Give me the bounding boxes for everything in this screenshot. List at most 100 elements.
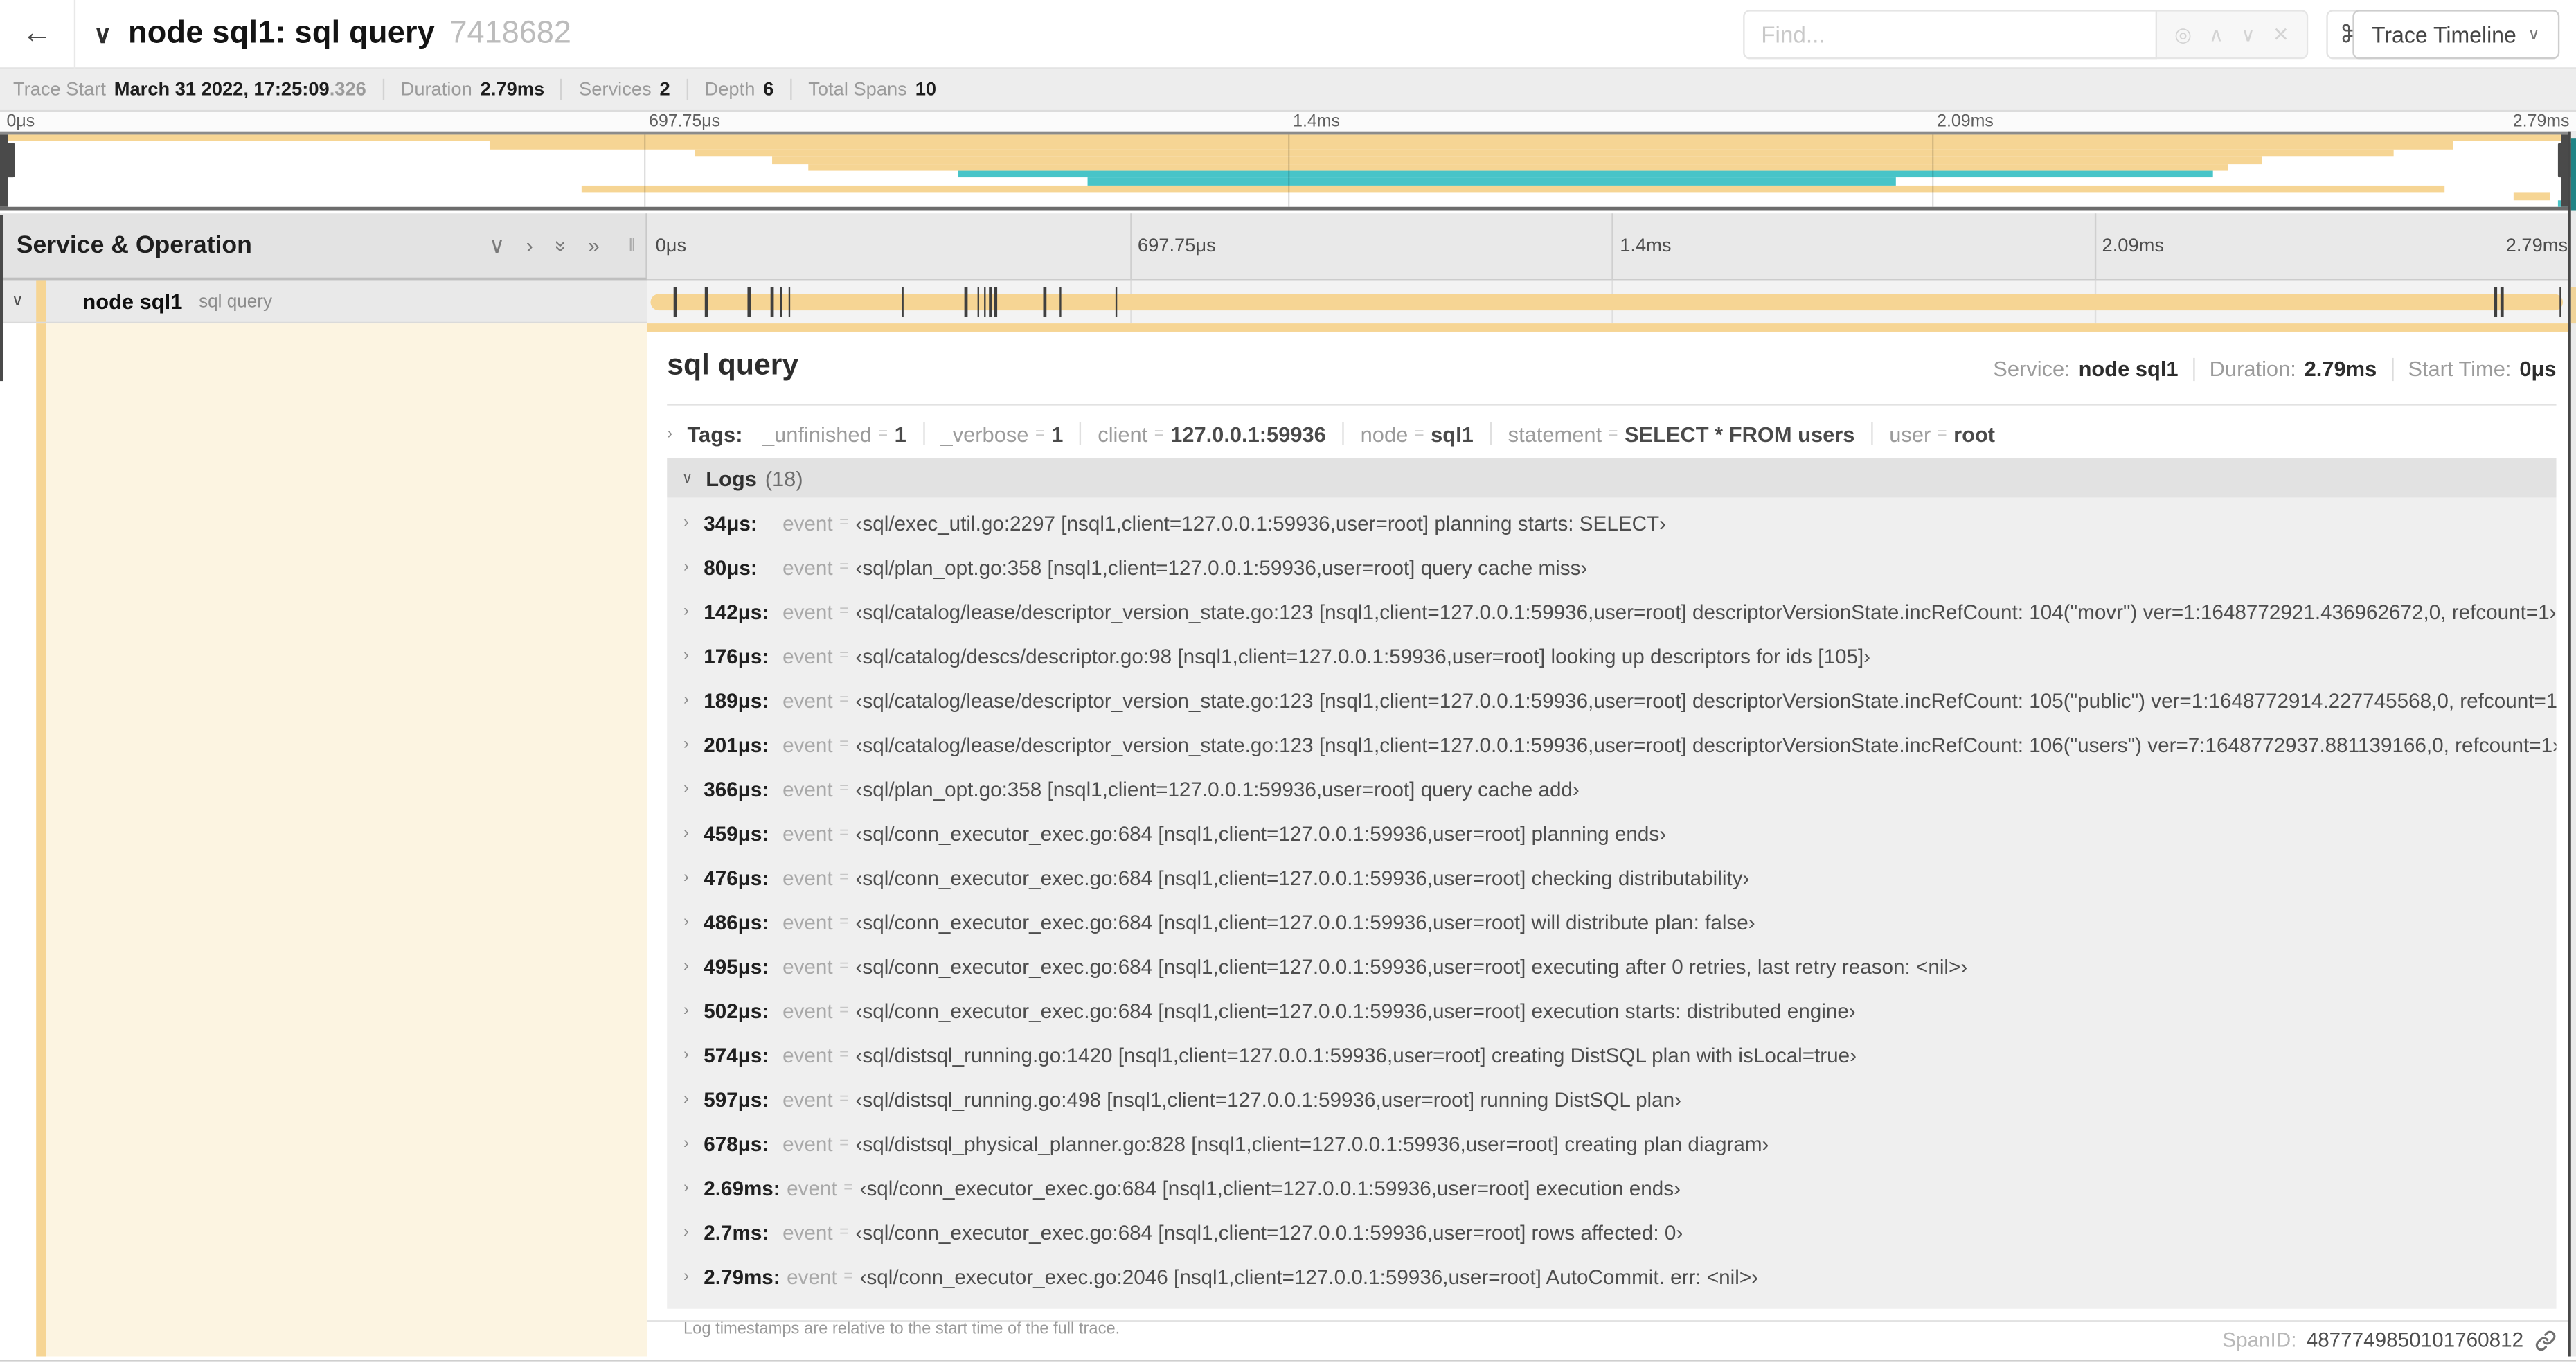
right-edge-overflow [2570,131,2576,1357]
detail-operation-name: sql query [667,348,799,382]
log-marker-tick [674,287,677,317]
log-marker-tick [1115,287,1118,317]
log-row[interactable]: › 495μs: event = ‹sql/conn_executor_exec.go:… [667,944,2556,988]
log-marker-tick [788,287,791,317]
minimap-gridline [1288,134,1290,207]
trace-summary-bar: Trace Start March 31 2022, 17:25:09.326 Du… [0,69,2576,112]
prev-result-icon[interactable]: ∧ [2209,23,2224,46]
span-detail-header: sql query Service: node sql1 Duration: 2.79… [667,348,2556,391]
span-detail-panel: sql query Service: node sql1 Duration: 2.79… [647,323,2576,1357]
summary-item: Duration 2.79ms [400,79,545,100]
log-marker-tick [1059,287,1062,317]
log-row[interactable]: › 502μs: event = ‹sql/conn_executor_exec.go:… [667,988,2556,1033]
span-collapse-icon[interactable]: ∨ [12,292,24,310]
log-row[interactable]: › 142μs: event = ‹sql/catalog/lease/descript… [667,589,2557,634]
spanid-label: SpanID: [2222,1328,2297,1352]
tags-list: _unfinished = 1 _verbose = 1 client = 127.0.0.1:… [762,421,1995,446]
find-input[interactable] [1743,10,2158,60]
overview-item: Service: node sql1 [1993,356,2179,382]
trace-title: node sql1: sql query [128,16,436,51]
ruler-gridline [1129,213,1132,281]
minimap-tick-label: 1.4ms [1293,112,1340,132]
log-row[interactable]: › 189μs: event = ‹sql/catalog/lease/descript… [667,678,2557,722]
log-row[interactable]: › 486μs: event = ‹sql/conn_executor_exec.go:… [667,900,2556,944]
collapse-trace-icon[interactable]: ∨ [93,19,111,49]
next-result-icon[interactable]: ∨ [2241,23,2255,46]
ruler-tick-label: 0μs [655,236,687,256]
log-row[interactable]: › 2.7ms: event = ‹sql/conn_executor_exec.go:… [667,1210,2556,1254]
overview-item: Duration: 2.79ms [2209,356,2377,382]
log-row[interactable]: › 2.79ms: event = ‹sql/conn_executor_exec.go… [667,1255,2556,1299]
summary-item: Services 2 [579,79,670,100]
collapse-one-icon[interactable]: ∨ [489,233,505,259]
span-bar-row[interactable] [647,280,2576,324]
expand-one-icon[interactable]: › [526,233,533,259]
minimap-tick-label: 697.75μs [649,112,721,132]
expand-all-icon[interactable]: » [588,233,600,259]
back-arrow-icon: ← [21,16,53,51]
minimap-tick-label: 2.09ms [1937,112,1994,132]
tags-row[interactable]: › Tags: _unfinished = 1 _verbose = 1 client = 12… [667,414,2556,454]
minimap-tick-label: 0μs [6,112,35,132]
back-button[interactable]: ← [0,0,76,69]
column-resizer-handle[interactable]: ‖ [628,235,636,255]
timeline-minimap[interactable] [0,131,2576,211]
tag-item: user = root [1889,421,1996,446]
page-bottom-border [0,1360,2576,1362]
view-selector-label: Trace Timeline [2371,22,2516,47]
log-row[interactable]: › 176μs: event = ‹sql/catalog/descs/descript… [667,634,2556,678]
copy-link-icon[interactable] [2535,1329,2557,1351]
minimap-left-scrubber-grip[interactable] [0,143,15,178]
ruler-tick-label: 697.75μs [1137,236,1216,256]
left-edge-border [0,215,3,382]
log-row[interactable]: › 201μs: event = ‹sql/catalog/lease/descript… [667,722,2557,767]
clear-search-icon[interactable]: ✕ [2273,23,2289,46]
log-row[interactable]: › 34μs: event = ‹sql/exec_util.go:2297 [nsql… [667,501,2556,545]
detail-span-color-stripe [36,323,46,1357]
service-operation-header: Service & Operation ∨ › » » ‖ [0,213,647,281]
log-marker-tick [2494,287,2497,317]
minimap-span-bar [695,149,2393,157]
log-marker-tick [2501,287,2504,317]
span-tree-row[interactable]: ∨ node sql1 sql query [0,280,647,324]
log-row[interactable]: › 2.69ms: event = ‹sql/conn_executor_exec.go… [667,1166,2556,1210]
log-row[interactable]: › 476μs: event = ‹sql/conn_executor_exec.go:… [667,855,2556,900]
log-row[interactable]: › 597μs: event = ‹sql/distsql_running.go:498… [667,1077,2556,1121]
find-group: ◎ ∧ ∨ ✕ [1743,10,2309,60]
logs-title: Logs [706,465,757,490]
page-header: ← ∨ node sql1: sql query 7418682 ◎ ∧ ∨ ✕… [0,0,2576,69]
service-operation-title: Service & Operation [16,231,252,260]
minimap-gridline [644,134,646,207]
log-row[interactable]: › 678μs: event = ‹sql/distsql_physical_plann… [667,1121,2556,1166]
minimap-span-bar [1086,178,1896,186]
minimap-span-bar [489,141,2453,150]
spanid-value: 4877749850101760812 [2306,1328,2524,1352]
log-marker-tick [901,287,904,317]
log-marker-tick [705,287,708,317]
right-edge-border [2568,131,2570,1357]
logs-section: ∨ Logs (18) › 34μs: event = ‹sql/exec_util.g… [667,458,2557,1342]
minimap-span-bar [958,170,2213,179]
chevron-down-icon: ∨ [2528,25,2540,44]
span-color-stripe [36,280,46,322]
tag-item: _verbose = 1 [940,421,1064,446]
detail-divider [667,404,2557,406]
logs-header[interactable]: ∨ Logs (18) [667,458,2557,498]
log-row[interactable]: › 366μs: event = ‹sql/plan_opt.go:358 [nsql1… [667,767,2556,811]
span-duration-bar[interactable] [650,287,2564,317]
tag-item: client = 127.0.0.1:59936 [1098,421,1326,446]
minimap-tick-label: 2.79ms [2512,112,2570,132]
trace-id: 7418682 [449,16,571,51]
find-buttons: ◎ ∧ ∨ ✕ [2157,10,2309,60]
locate-icon[interactable]: ◎ [2174,23,2192,46]
logs-collapse-icon: ∨ [681,468,693,485]
tag-item: node = sql1 [1360,421,1474,446]
minimap-span-bar [809,163,2228,171]
span-operation-name: sql query [199,291,273,312]
detail-bottom-border [647,1320,2576,1322]
collapse-all-icon[interactable]: » [547,240,574,251]
log-row[interactable]: › 80μs: event = ‹sql/plan_opt.go:358 [nsql1,… [667,545,2556,589]
log-row[interactable]: › 459μs: event = ‹sql/conn_executor_exec.go:… [667,811,2556,855]
log-row[interactable]: › 574μs: event = ‹sql/distsql_running.go:142… [667,1033,2556,1077]
trace-view-selector[interactable]: Trace Timeline ∨ [2352,10,2560,60]
